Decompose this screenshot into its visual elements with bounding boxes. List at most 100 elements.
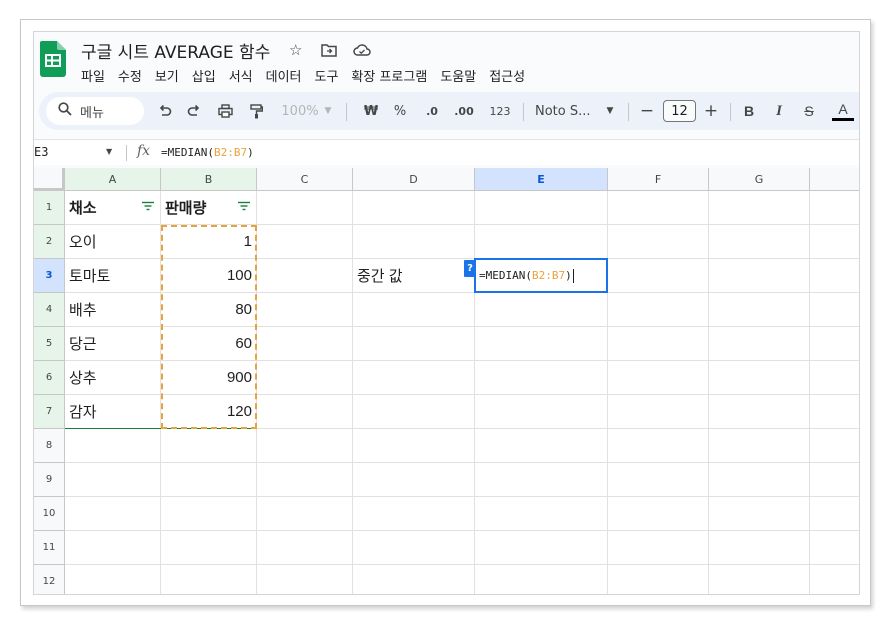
- cell-b2[interactable]: 1: [161, 225, 257, 259]
- cell-f2[interactable]: [608, 225, 709, 259]
- row-header-4[interactable]: 4: [34, 293, 65, 327]
- percent-format-button[interactable]: %: [391, 92, 409, 130]
- cell-g9[interactable]: [709, 463, 810, 497]
- cell-a4[interactable]: 배추: [65, 293, 161, 327]
- column-header-f[interactable]: F: [608, 168, 709, 191]
- row-header-11[interactable]: 11: [34, 531, 65, 565]
- cell-a7[interactable]: 감자: [65, 395, 161, 429]
- cell-c2[interactable]: [257, 225, 353, 259]
- cell-f5[interactable]: [608, 327, 709, 361]
- strikethrough-button[interactable]: S: [799, 92, 819, 130]
- cell-g5[interactable]: [709, 327, 810, 361]
- cell-e10[interactable]: [475, 497, 608, 531]
- menu-search[interactable]: 메뉴: [46, 97, 144, 125]
- cell-b5[interactable]: 60: [161, 327, 257, 361]
- cell-f4[interactable]: [608, 293, 709, 327]
- column-header-g[interactable]: G: [709, 168, 810, 191]
- cell-g3[interactable]: [709, 259, 810, 293]
- star-icon[interactable]: ☆: [289, 40, 321, 60]
- column-header-e[interactable]: E: [475, 168, 608, 191]
- cell-c4[interactable]: [257, 293, 353, 327]
- menu-view[interactable]: 보기: [155, 66, 179, 85]
- name-box[interactable]: E3: [34, 145, 48, 159]
- cell-a10[interactable]: [65, 497, 161, 531]
- menu-help[interactable]: 도움말: [440, 66, 476, 85]
- cell-g8[interactable]: [709, 429, 810, 463]
- cell-h8[interactable]: [810, 429, 859, 463]
- cell-g10[interactable]: [709, 497, 810, 531]
- menu-data[interactable]: 데이터: [266, 66, 302, 85]
- zoom-select[interactable]: 100%: [279, 92, 321, 130]
- italic-button[interactable]: I: [769, 92, 789, 130]
- cell-f9[interactable]: [608, 463, 709, 497]
- row-header-1[interactable]: 1: [34, 191, 65, 225]
- cell-e12[interactable]: [475, 565, 608, 594]
- row-header-2[interactable]: 2: [34, 225, 65, 259]
- more-formats-button[interactable]: 123: [488, 92, 512, 130]
- row-header-10[interactable]: 10: [34, 497, 65, 531]
- cell-d7[interactable]: [353, 395, 475, 429]
- cell-b12[interactable]: [161, 565, 257, 594]
- select-all-corner[interactable]: [34, 168, 65, 191]
- formula-help-button[interactable]: ?: [464, 260, 476, 277]
- cell-g11[interactable]: [709, 531, 810, 565]
- redo-icon[interactable]: [183, 92, 205, 130]
- column-header-c[interactable]: C: [257, 168, 353, 191]
- cell-g1[interactable]: [709, 191, 810, 225]
- decrease-font-size-button[interactable]: −: [639, 92, 655, 130]
- cell-e4[interactable]: [475, 293, 608, 327]
- menu-tools[interactable]: 도구: [315, 66, 339, 85]
- column-header-h[interactable]: H: [810, 168, 859, 191]
- menu-edit[interactable]: 수정: [118, 66, 142, 85]
- column-header-b[interactable]: B: [161, 168, 257, 191]
- menu-format[interactable]: 서식: [229, 66, 253, 85]
- cell-f10[interactable]: [608, 497, 709, 531]
- formula-input[interactable]: =MEDIAN(B2:B7): [161, 146, 254, 159]
- cloud-status-icon[interactable]: [353, 40, 385, 60]
- cell-c3[interactable]: [257, 259, 353, 293]
- print-icon[interactable]: [214, 92, 236, 130]
- cell-f11[interactable]: [608, 531, 709, 565]
- cell-a5[interactable]: 당근: [65, 327, 161, 361]
- cell-b3[interactable]: 100: [161, 259, 257, 293]
- cell-e9[interactable]: [475, 463, 608, 497]
- cell-b9[interactable]: [161, 463, 257, 497]
- paint-format-icon[interactable]: [245, 92, 267, 130]
- cell-f12[interactable]: [608, 565, 709, 594]
- cell-d8[interactable]: [353, 429, 475, 463]
- currency-format-button[interactable]: ₩: [361, 92, 381, 130]
- cell-c10[interactable]: [257, 497, 353, 531]
- cell-g4[interactable]: [709, 293, 810, 327]
- row-header-3[interactable]: 3: [34, 259, 65, 293]
- document-title[interactable]: 구글 시트 AVERAGE 함수: [81, 38, 270, 63]
- cell-c11[interactable]: [257, 531, 353, 565]
- increase-font-size-button[interactable]: +: [703, 92, 719, 130]
- cell-b4[interactable]: 80: [161, 293, 257, 327]
- menu-extensions[interactable]: 확장 프로그램: [351, 66, 427, 85]
- cell-c6[interactable]: [257, 361, 353, 395]
- cell-d9[interactable]: [353, 463, 475, 497]
- font-select[interactable]: Noto S...: [535, 92, 599, 130]
- row-header-8[interactable]: 8: [34, 429, 65, 463]
- row-header-5[interactable]: 5: [34, 327, 65, 361]
- row-header-7[interactable]: 7: [34, 395, 65, 429]
- column-header-d[interactable]: D: [353, 168, 475, 191]
- cell-e2[interactable]: [475, 225, 608, 259]
- cell-d3[interactable]: 중간 값: [353, 259, 475, 293]
- cell-a3[interactable]: 토마토: [65, 259, 161, 293]
- cell-d10[interactable]: [353, 497, 475, 531]
- cell-h7[interactable]: [810, 395, 859, 429]
- cell-g7[interactable]: [709, 395, 810, 429]
- zoom-chevron-down-icon[interactable]: ▼: [322, 92, 334, 130]
- cell-b10[interactable]: [161, 497, 257, 531]
- row-header-9[interactable]: 9: [34, 463, 65, 497]
- cell-h5[interactable]: [810, 327, 859, 361]
- cell-c9[interactable]: [257, 463, 353, 497]
- cell-h10[interactable]: [810, 497, 859, 531]
- cell-d4[interactable]: [353, 293, 475, 327]
- cell-d5[interactable]: [353, 327, 475, 361]
- cell-e6[interactable]: [475, 361, 608, 395]
- row-header-12[interactable]: 12: [34, 565, 65, 594]
- spreadsheet-grid[interactable]: ABCDEFGH1채소판매량2오이13토마토100중간 값4배추805당근606…: [34, 168, 859, 594]
- sheets-logo-icon[interactable]: [40, 41, 66, 77]
